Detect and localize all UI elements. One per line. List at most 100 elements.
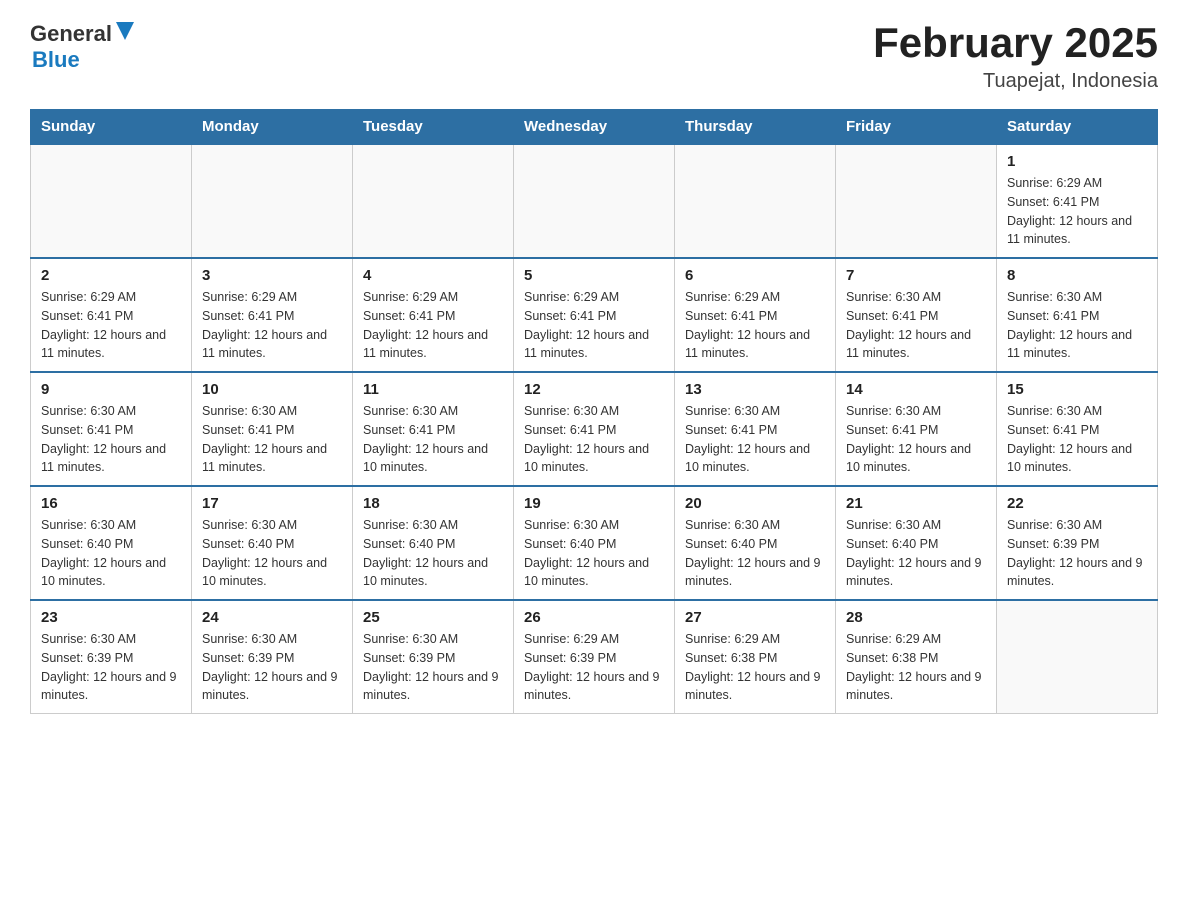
logo-arrow-icon bbox=[114, 20, 136, 42]
day-info: Sunrise: 6:29 AMSunset: 6:41 PMDaylight:… bbox=[524, 288, 664, 363]
logo-text-general: General bbox=[30, 21, 112, 47]
calendar-cell bbox=[997, 600, 1158, 714]
day-number: 3 bbox=[202, 267, 342, 284]
day-number: 26 bbox=[524, 609, 664, 626]
day-info: Sunrise: 6:30 AMSunset: 6:40 PMDaylight:… bbox=[685, 516, 825, 591]
calendar-week-row: 2 Sunrise: 6:29 AMSunset: 6:41 PMDaylight… bbox=[31, 258, 1158, 372]
day-info: Sunrise: 6:30 AMSunset: 6:40 PMDaylight:… bbox=[202, 516, 342, 591]
calendar-cell: 27Sunrise: 6:29 AMSunset: 6:38 PMDayligh… bbox=[675, 600, 836, 714]
calendar-cell: 17Sunrise: 6:30 AMSunset: 6:40 PMDayligh… bbox=[192, 486, 353, 600]
day-number: 15 bbox=[1007, 381, 1147, 398]
day-info: Sunrise: 6:29 AMSunset: 6:41 PMDaylight:… bbox=[363, 288, 503, 363]
calendar-header-row: SundayMondayTuesdayWednesdayThursdayFrid… bbox=[31, 110, 1158, 145]
title-section: February 2025 Tuapejat, Indonesia bbox=[873, 20, 1158, 93]
calendar-week-row: 16 Sunrise: 6:30 AMSunset: 6:40 PMDayligh… bbox=[31, 486, 1158, 600]
day-info: Sunrise: 6:30 AMSunset: 6:39 PMDaylight:… bbox=[1007, 516, 1147, 591]
calendar-day-header: Sunday bbox=[31, 110, 192, 145]
day-info: Sunrise: 6:29 AMSunset: 6:41 PMDaylight:… bbox=[202, 288, 342, 363]
day-number: 2 bbox=[41, 267, 181, 284]
calendar-cell: 6 Sunrise: 6:29 AMSunset: 6:41 PMDaylight… bbox=[675, 258, 836, 372]
calendar-cell: 22 Sunrise: 6:30 AMSunset: 6:39 PMDayligh… bbox=[997, 486, 1158, 600]
day-info: Sunrise: 6:30 AMSunset: 6:41 PMDaylight:… bbox=[202, 402, 342, 477]
day-info: Sunrise: 6:30 AMSunset: 6:41 PMDaylight:… bbox=[41, 402, 181, 477]
day-info: Sunrise: 6:30 AMSunset: 6:41 PMDaylight:… bbox=[524, 402, 664, 477]
calendar-cell: 19Sunrise: 6:30 AMSunset: 6:40 PMDayligh… bbox=[514, 486, 675, 600]
calendar-cell bbox=[514, 144, 675, 258]
logo-text-blue: Blue bbox=[32, 47, 80, 72]
day-number: 7 bbox=[846, 267, 986, 284]
day-info: Sunrise: 6:29 AMSunset: 6:41 PMDaylight:… bbox=[41, 288, 181, 363]
calendar-cell bbox=[353, 144, 514, 258]
day-info: Sunrise: 6:30 AMSunset: 6:41 PMDaylight:… bbox=[846, 288, 986, 363]
calendar-cell: 15 Sunrise: 6:30 AMSunset: 6:41 PMDayligh… bbox=[997, 372, 1158, 486]
day-number: 28 bbox=[846, 609, 986, 626]
day-number: 16 bbox=[41, 495, 181, 512]
day-number: 8 bbox=[1007, 267, 1147, 284]
calendar-cell: 8 Sunrise: 6:30 AMSunset: 6:41 PMDaylight… bbox=[997, 258, 1158, 372]
calendar-cell: 28 Sunrise: 6:29 AMSunset: 6:38 PMDayligh… bbox=[836, 600, 997, 714]
logo: General Blue bbox=[30, 20, 136, 73]
calendar-cell bbox=[675, 144, 836, 258]
calendar-day-header: Tuesday bbox=[353, 110, 514, 145]
day-number: 14 bbox=[846, 381, 986, 398]
calendar-day-header: Saturday bbox=[997, 110, 1158, 145]
day-info: Sunrise: 6:30 AMSunset: 6:41 PMDaylight:… bbox=[685, 402, 825, 477]
day-info: Sunrise: 6:29 AMSunset: 6:41 PMDaylight:… bbox=[1007, 174, 1147, 249]
calendar-week-row: 23 Sunrise: 6:30 AMSunset: 6:39 PMDayligh… bbox=[31, 600, 1158, 714]
calendar-cell: 23Sunrise: 6:30 AMSunset: 6:39 PMDayligh… bbox=[31, 600, 192, 714]
day-info: Sunrise: 6:30 AMSunset: 6:39 PMDaylight:… bbox=[363, 630, 503, 705]
day-info: Sunrise: 6:30 AMSunset: 6:41 PMDaylight:… bbox=[1007, 288, 1147, 363]
calendar-cell: 16 Sunrise: 6:30 AMSunset: 6:40 PMDayligh… bbox=[31, 486, 192, 600]
calendar-cell: 20 Sunrise: 6:30 AMSunset: 6:40 PMDayligh… bbox=[675, 486, 836, 600]
calendar-cell: 4 Sunrise: 6:29 AMSunset: 6:41 PMDaylight… bbox=[353, 258, 514, 372]
location: Tuapejat, Indonesia bbox=[873, 70, 1158, 93]
day-number: 25 bbox=[363, 609, 503, 626]
calendar-cell: 7 Sunrise: 6:30 AMSunset: 6:41 PMDaylight… bbox=[836, 258, 997, 372]
calendar-day-header: Thursday bbox=[675, 110, 836, 145]
day-number: 20 bbox=[685, 495, 825, 512]
day-info: Sunrise: 6:30 AMSunset: 6:39 PMDaylight:… bbox=[202, 630, 342, 705]
calendar-cell bbox=[31, 144, 192, 258]
calendar-cell: 21 Sunrise: 6:30 AMSunset: 6:40 PMDayligh… bbox=[836, 486, 997, 600]
calendar-cell: 12 Sunrise: 6:30 AMSunset: 6:41 PMDayligh… bbox=[514, 372, 675, 486]
day-info: Sunrise: 6:30 AMSunset: 6:40 PMDaylight:… bbox=[363, 516, 503, 591]
calendar-cell: 26Sunrise: 6:29 AMSunset: 6:39 PMDayligh… bbox=[514, 600, 675, 714]
day-info: Sunrise: 6:29 AMSunset: 6:41 PMDaylight:… bbox=[685, 288, 825, 363]
day-number: 18 bbox=[363, 495, 503, 512]
calendar-cell: 11Sunrise: 6:30 AMSunset: 6:41 PMDayligh… bbox=[353, 372, 514, 486]
day-info: Sunrise: 6:30 AMSunset: 6:40 PMDaylight:… bbox=[846, 516, 986, 591]
calendar-cell: 25 Sunrise: 6:30 AMSunset: 6:39 PMDayligh… bbox=[353, 600, 514, 714]
day-number: 12 bbox=[524, 381, 664, 398]
calendar-cell: 3 Sunrise: 6:29 AMSunset: 6:41 PMDaylight… bbox=[192, 258, 353, 372]
day-number: 9 bbox=[41, 381, 181, 398]
day-info: Sunrise: 6:30 AMSunset: 6:40 PMDaylight:… bbox=[41, 516, 181, 591]
day-number: 5 bbox=[524, 267, 664, 284]
day-info: Sunrise: 6:30 AMSunset: 6:41 PMDaylight:… bbox=[1007, 402, 1147, 477]
page-header: General Blue February 2025 Tuapejat, Ind… bbox=[30, 20, 1158, 93]
day-number: 13 bbox=[685, 381, 825, 398]
calendar-cell bbox=[836, 144, 997, 258]
day-number: 22 bbox=[1007, 495, 1147, 512]
calendar-week-row: 1Sunrise: 6:29 AMSunset: 6:41 PMDaylight… bbox=[31, 144, 1158, 258]
calendar-cell: 14 Sunrise: 6:30 AMSunset: 6:41 PMDayligh… bbox=[836, 372, 997, 486]
day-number: 4 bbox=[363, 267, 503, 284]
day-number: 11 bbox=[363, 381, 503, 398]
day-number: 23 bbox=[41, 609, 181, 626]
day-info: Sunrise: 6:30 AMSunset: 6:41 PMDaylight:… bbox=[846, 402, 986, 477]
day-info: Sunrise: 6:29 AMSunset: 6:38 PMDaylight:… bbox=[846, 630, 986, 705]
calendar-cell: 9 Sunrise: 6:30 AMSunset: 6:41 PMDaylight… bbox=[31, 372, 192, 486]
calendar-cell: 24 Sunrise: 6:30 AMSunset: 6:39 PMDayligh… bbox=[192, 600, 353, 714]
calendar-cell: 2 Sunrise: 6:29 AMSunset: 6:41 PMDaylight… bbox=[31, 258, 192, 372]
calendar-cell: 13 Sunrise: 6:30 AMSunset: 6:41 PMDayligh… bbox=[675, 372, 836, 486]
day-number: 6 bbox=[685, 267, 825, 284]
day-info: Sunrise: 6:29 AMSunset: 6:38 PMDaylight:… bbox=[685, 630, 825, 705]
day-number: 10 bbox=[202, 381, 342, 398]
calendar-week-row: 9 Sunrise: 6:30 AMSunset: 6:41 PMDaylight… bbox=[31, 372, 1158, 486]
day-number: 24 bbox=[202, 609, 342, 626]
calendar-day-header: Wednesday bbox=[514, 110, 675, 145]
day-number: 19 bbox=[524, 495, 664, 512]
calendar-cell: 18 Sunrise: 6:30 AMSunset: 6:40 PMDayligh… bbox=[353, 486, 514, 600]
calendar-cell: 5 Sunrise: 6:29 AMSunset: 6:41 PMDaylight… bbox=[514, 258, 675, 372]
day-number: 21 bbox=[846, 495, 986, 512]
calendar-table: SundayMondayTuesdayWednesdayThursdayFrid… bbox=[30, 109, 1158, 714]
